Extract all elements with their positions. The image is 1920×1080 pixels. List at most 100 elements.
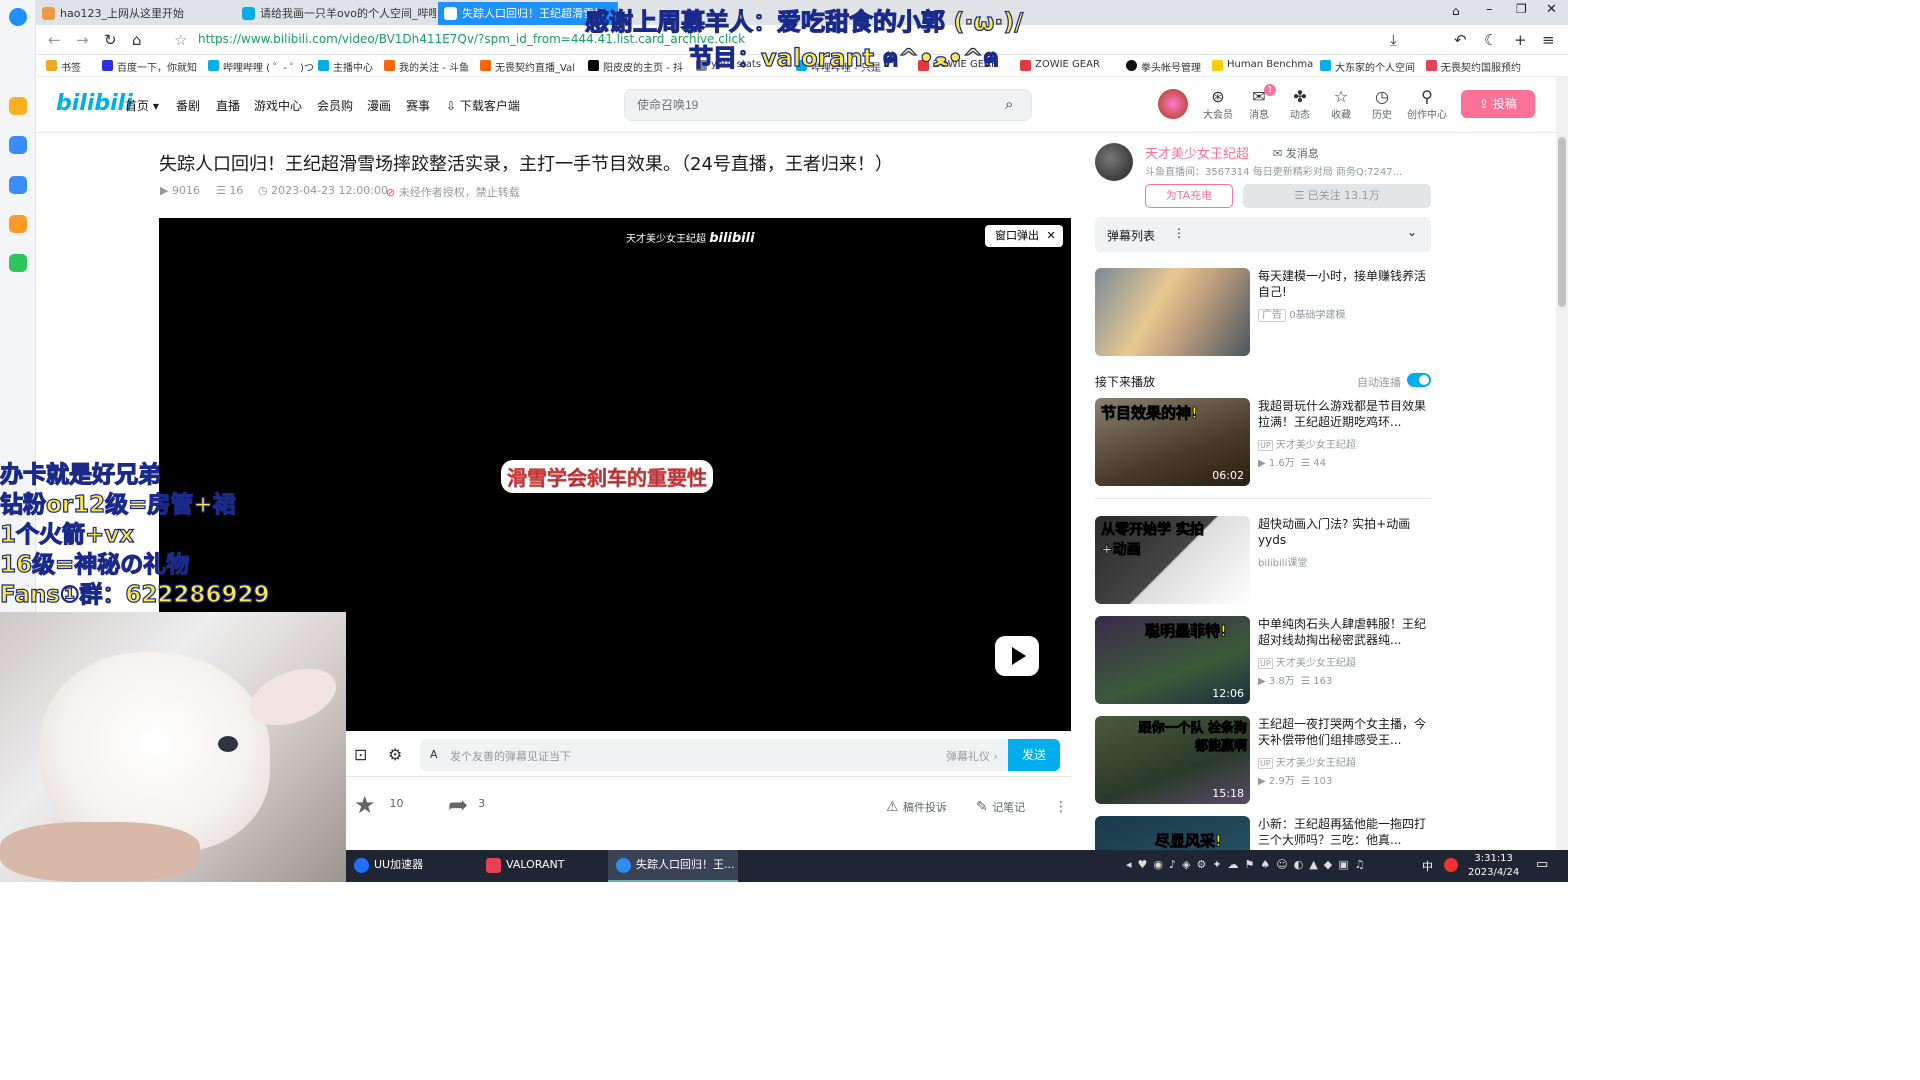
nav-manga[interactable]: 漫画 [367, 97, 391, 114]
favorite-button[interactable]: ★ 10 [354, 791, 404, 819]
danmaku-list-panel[interactable]: 弹幕列表 ⋮ ⌄ [1095, 217, 1431, 252]
header-favorites[interactable]: ☆ 收藏 [1324, 88, 1358, 122]
wechat-icon[interactable] [9, 254, 27, 272]
chevron-down-icon[interactable]: ⌄ [1407, 225, 1417, 239]
home-icon[interactable]: ⌂ [132, 31, 142, 49]
nav-live[interactable]: 直播 [216, 97, 240, 114]
rec-thumbnail[interactable]: 聪明墨菲特! 12:06 [1095, 616, 1250, 704]
rec-card[interactable]: 跟你一个队 栓条狗都能赢啊 15:18 王纪超一夜打哭两个女主播，今天补偿带他们组… [1095, 716, 1435, 806]
rec-title[interactable]: 中单纯肉石头人肆虐韩服！王纪超对线劫掏出秘密武器纯... [1258, 616, 1430, 649]
danmaku-etiquette[interactable]: 弹幕礼仪 › [946, 748, 998, 764]
rec-thumbnail[interactable]: 尽显风采! [1095, 816, 1250, 850]
search-box[interactable]: ⌕ [624, 89, 1032, 121]
bookmark-item[interactable]: 书签 [46, 59, 81, 74]
bookmark-item[interactable]: 主播中心 [318, 59, 373, 74]
bookmark-item[interactable]: Human Benchma [1212, 59, 1313, 71]
pin-icon[interactable]: ⌂ [1452, 4, 1460, 18]
bookmark-item[interactable]: 哔哩哔哩 ( ゜- ゜)つ [208, 59, 314, 74]
nav-shop[interactable]: 会员购 [317, 97, 353, 114]
search-input[interactable] [637, 98, 977, 112]
rec-uploader[interactable]: UP 天才美少女王纪超 [1258, 436, 1356, 451]
header-dynamic[interactable]: ✤ 动态 [1283, 88, 1317, 122]
system-clock[interactable]: 3:31:13 2023/4/24 [1468, 852, 1519, 880]
header-creator[interactable]: ⚲ 创作中心 [1406, 88, 1448, 122]
rec-thumbnail[interactable]: 跟你一个队 栓条狗都能赢啊 15:18 [1095, 716, 1250, 804]
rec-title[interactable]: 超快动画入门法? 实拍+动画yyds [1258, 516, 1430, 549]
bookmark-star-icon[interactable]: ☆ [174, 31, 187, 49]
notification-icon[interactable]: ▭ [1536, 857, 1548, 872]
minimize-icon[interactable]: – [1486, 2, 1493, 17]
nav-game[interactable]: 游戏中心 [254, 97, 302, 114]
sogou-icon[interactable] [1444, 858, 1458, 872]
undo-icon[interactable]: ↶ [1454, 31, 1467, 49]
maximize-icon[interactable]: ❐ [1516, 2, 1527, 16]
cloud-icon[interactable] [9, 136, 27, 154]
send-message-link[interactable]: ✉ 发消息 [1273, 145, 1319, 161]
taskbar-app[interactable]: UU加速器 [346, 850, 474, 882]
ad-thumbnail[interactable] [1095, 268, 1250, 356]
ad-card[interactable]: 每天建模一小时，接单赚钱养活自己! 广告 0基础学建模 [1095, 268, 1435, 358]
rec-card[interactable]: 节目效果的神! 06:02 我超哥玩什么游戏都是节目效果拉满！王纪超近期吃鸡环..… [1095, 398, 1435, 488]
upload-button[interactable]: ⇪ 投稿 [1461, 90, 1535, 118]
bookmark-item[interactable]: 无畏契约直播_Val [480, 59, 575, 74]
nav-home[interactable]: 首页 ▾ [125, 97, 159, 114]
danmaku-input[interactable]: A 发个友善的弹幕见证当下 弹幕礼仪 › [420, 739, 1010, 771]
search-icon[interactable]: ⌕ [1005, 95, 1013, 113]
close-icon[interactable]: ✕ [1047, 229, 1056, 242]
rec-title[interactable]: 王纪超一夜打哭两个女主播，今天补偿带他们组排感受王... [1258, 716, 1430, 749]
bookmark-item[interactable]: 大东家的个人空间 [1320, 59, 1415, 74]
bookmark-item[interactable]: 我的关注 - 斗鱼 [384, 59, 469, 74]
bookmark-item[interactable]: 拳头帐号管理 [1126, 59, 1201, 74]
bilibili-logo[interactable]: bilibili [56, 91, 133, 116]
tab-hao123[interactable]: hao123_上网从这里开始 [36, 2, 236, 25]
bookmark-item[interactable]: 无畏契约国服预约 [1426, 59, 1521, 74]
more-icon[interactable]: ⋮ [1054, 799, 1068, 815]
toolbar-menu-icon[interactable]: ≡ [1542, 31, 1555, 49]
follow-button[interactable]: ☰ 已关注 13.1万 [1243, 184, 1431, 208]
search-tool-icon[interactable] [9, 215, 27, 233]
nav-download[interactable]: ⇩ 下载客户端 [446, 97, 520, 114]
scroll-thumb[interactable] [1558, 137, 1566, 307]
taskbar-app[interactable]: 失踪人口回归！王... [608, 850, 738, 882]
rec-title[interactable]: 我超哥玩什么游戏都是节目效果拉满！王纪超近期吃鸡环... [1258, 398, 1430, 431]
play-button[interactable] [995, 636, 1039, 676]
uploader-avatar[interactable] [1095, 143, 1133, 181]
uploader-name[interactable]: 天才美少女王纪超 [1145, 143, 1249, 162]
page-scrollbar[interactable] [1556, 77, 1568, 850]
new-tab-icon[interactable]: + [1514, 31, 1527, 49]
report-button[interactable]: ⚠ 稿件投诉 [886, 799, 947, 815]
rec-card[interactable]: 从零开始学 实拍+动画 超快动画入门法? 实拍+动画yyds bilibili课… [1095, 516, 1435, 606]
download-icon[interactable]: ⤓ [1390, 31, 1397, 49]
header-vip[interactable]: ⊛ 大会员 [1201, 88, 1235, 122]
back-icon[interactable]: ← [48, 31, 61, 49]
danmaku-toggle-icon[interactable]: ⊡ [354, 745, 367, 764]
close-window-icon[interactable]: ✕ [1546, 2, 1557, 17]
tray-icons[interactable]: ◂♥◉♪◈⚙✦☁⚑♠☺◐▲◆▣♫ [1126, 858, 1371, 871]
forward-icon[interactable]: → [76, 31, 89, 49]
reload-icon[interactable]: ↻ [104, 31, 117, 49]
translate-icon[interactable] [9, 176, 27, 194]
charge-button[interactable]: 为TA充电 [1145, 184, 1233, 208]
rec-thumbnail[interactable]: 节目效果的神! 06:02 [1095, 398, 1250, 486]
favorites-icon[interactable] [9, 97, 27, 115]
rec-title[interactable]: 小新：王纪超再猛他能一拖四打三个大师吗？三吃：他真... [1258, 816, 1430, 849]
user-avatar[interactable] [1158, 89, 1188, 119]
bookmark-item[interactable]: ZOWIE GEAR [1020, 59, 1100, 71]
rec-uploader[interactable]: bilibili课堂 [1258, 554, 1307, 569]
share-button[interactable]: ➦ 3 [448, 791, 485, 819]
danmaku-settings-icon[interactable]: ⚙ [388, 745, 402, 764]
send-button[interactable]: 发送 [1008, 739, 1060, 771]
nav-esports[interactable]: 赛事 [406, 97, 430, 114]
popout-button[interactable]: 窗口弹出 ✕ [985, 225, 1063, 247]
ime-indicator[interactable]: 中 [1422, 858, 1433, 874]
header-history[interactable]: ◷ 历史 [1365, 88, 1399, 122]
header-message[interactable]: ✉ 消息 1 [1242, 84, 1276, 121]
tab-profile[interactable]: 请给我画一只羊ovo的个人空间_哔哩 [236, 2, 436, 25]
notes-button[interactable]: ✎ 记笔记 [976, 799, 1025, 815]
autoplay-toggle[interactable] [1407, 373, 1431, 387]
rec-uploader[interactable]: UP 天才美少女王纪超 [1258, 754, 1356, 769]
ad-title[interactable]: 每天建模一小时，接单赚钱养活自己! [1258, 268, 1430, 301]
danmaku-style-icon[interactable]: A [430, 748, 438, 761]
taskbar-app[interactable]: VALORANT [478, 850, 604, 882]
night-mode-icon[interactable]: ☾ [1484, 31, 1497, 49]
